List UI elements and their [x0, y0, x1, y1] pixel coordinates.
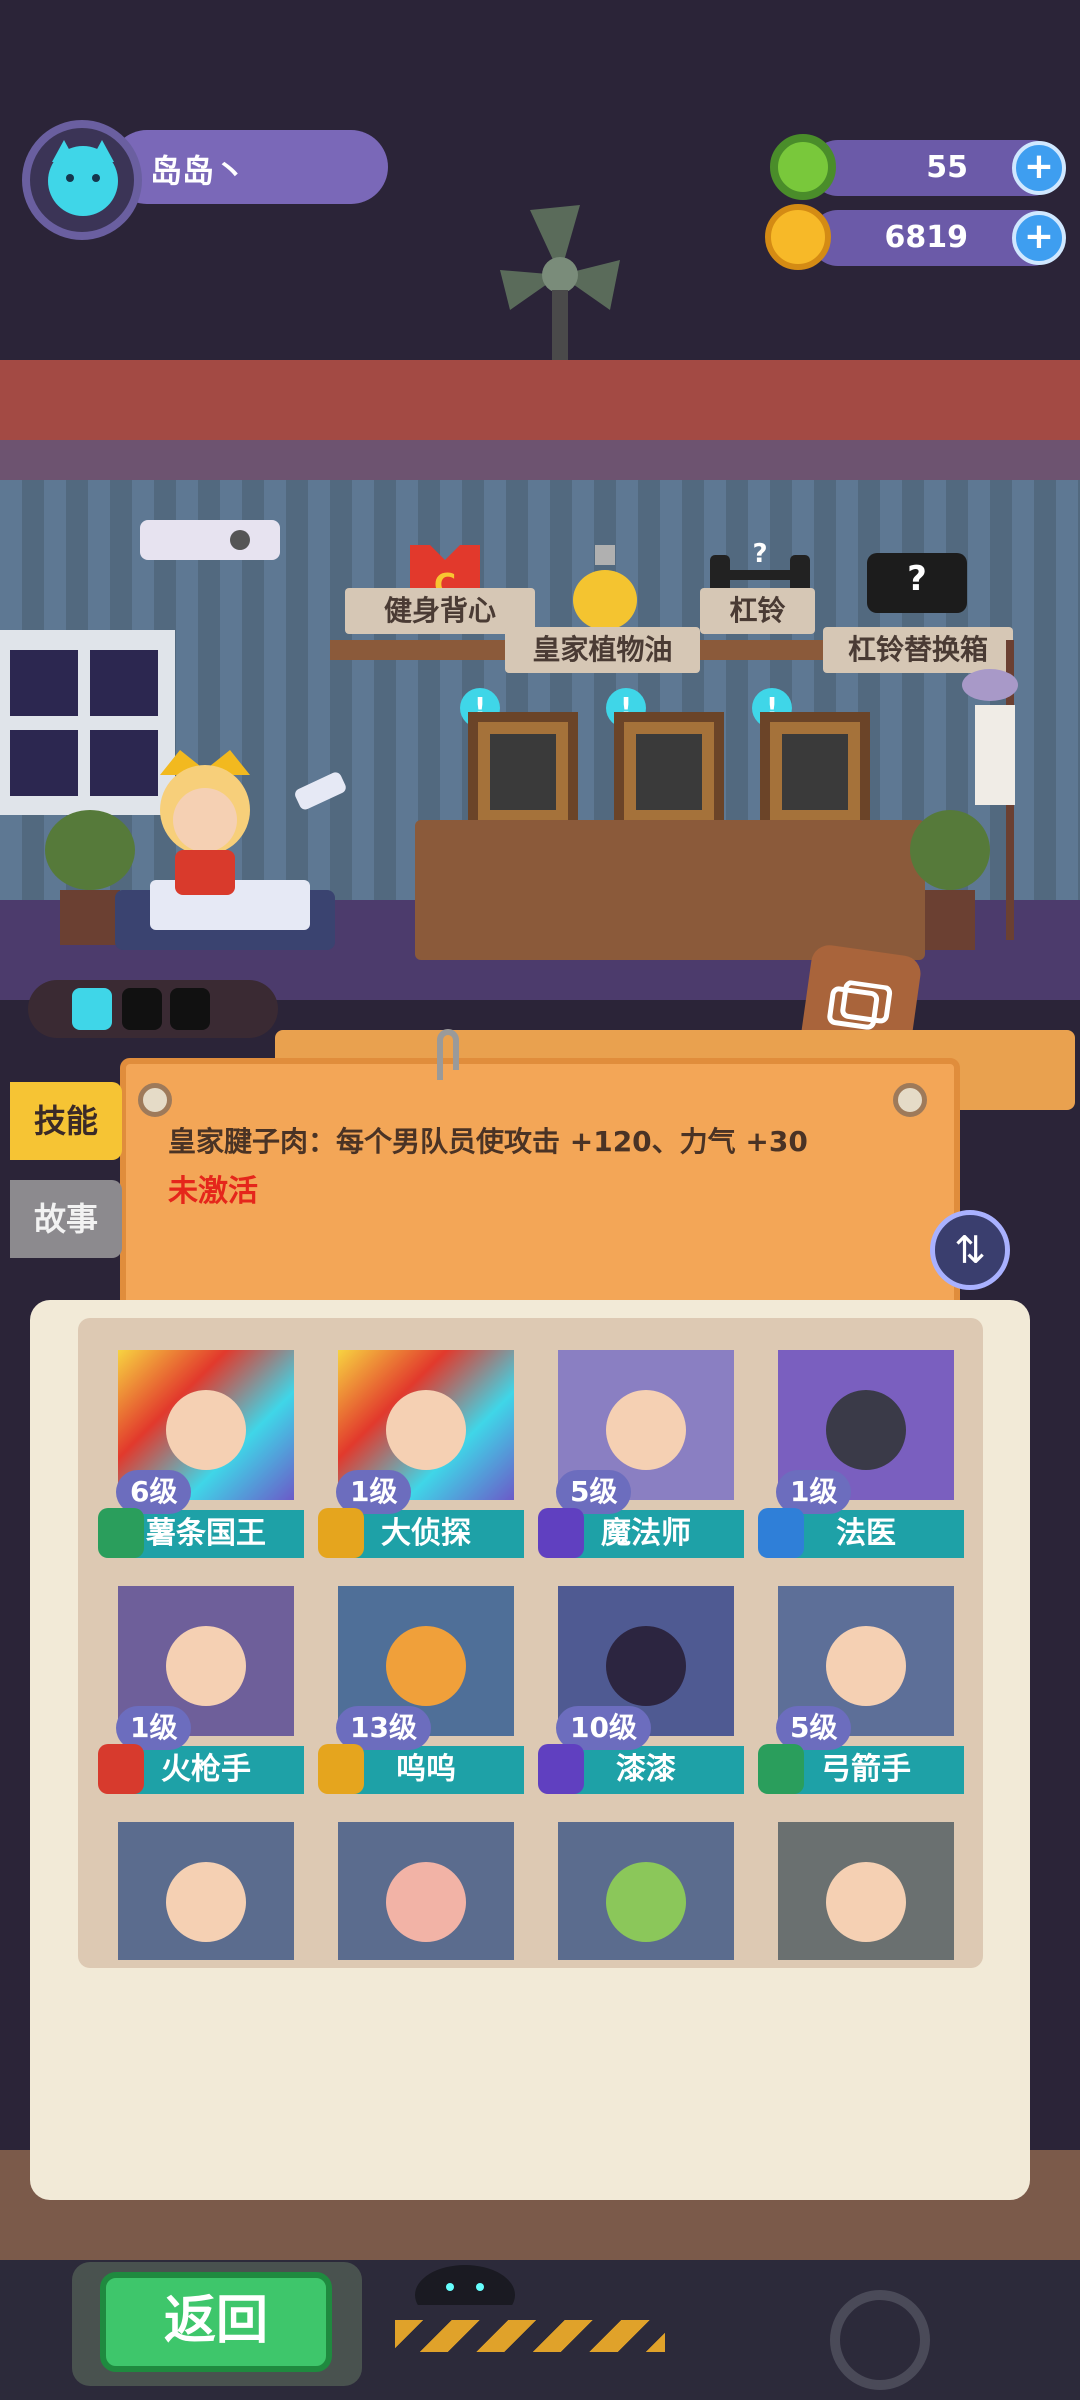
- window-pane: [90, 650, 158, 716]
- character-portrait: [778, 1822, 954, 1960]
- shield-icon: [98, 1508, 144, 1558]
- pin-icon: [138, 1083, 172, 1117]
- energy-cell-empty: [122, 988, 162, 1030]
- king-character-icon[interactable]: [110, 740, 350, 960]
- planet-count: 6819: [884, 220, 969, 255]
- donut-count: 55: [926, 150, 968, 185]
- character-card[interactable]: [768, 1812, 964, 1960]
- svg-text:?: ?: [752, 540, 767, 569]
- shop-item-label[interactable]: 皇家植物油: [505, 627, 700, 673]
- tab-skills[interactable]: 技能: [10, 1082, 122, 1160]
- skill-status: 未激活: [168, 1174, 258, 1209]
- energy-cell-empty: [170, 988, 210, 1030]
- character-face: [166, 1390, 246, 1470]
- sort-arrows-icon: ⇅: [954, 1228, 986, 1272]
- frame-silhouette: [490, 734, 556, 810]
- frame-silhouette: [636, 734, 702, 810]
- character-card[interactable]: [108, 1812, 304, 1960]
- character-face: [386, 1862, 466, 1942]
- character-face: [386, 1626, 466, 1706]
- donut-coin-icon: [770, 134, 836, 200]
- energy-bar: [28, 980, 278, 1038]
- trophy-frame[interactable]: [614, 712, 724, 832]
- character-face: [826, 1390, 906, 1470]
- back-button[interactable]: 返回: [100, 2272, 332, 2372]
- fist-icon: [318, 1508, 364, 1558]
- gear-icon: [830, 2290, 930, 2390]
- magic-icon: [538, 1744, 584, 1794]
- ceiling-strip: [0, 440, 1080, 480]
- window-pane: [10, 650, 78, 716]
- skill-description: 皇家腱子肉：每个男队员使攻击 +120、力气 +30: [168, 1125, 808, 1158]
- character-portrait: [558, 1822, 734, 1960]
- sort-button[interactable]: ⇅: [930, 1210, 1010, 1290]
- leaf-icon: [758, 1744, 804, 1794]
- oil-bottle-icon[interactable]: [565, 540, 645, 630]
- tab-story[interactable]: 故事: [10, 1180, 122, 1258]
- cat-eye: [92, 174, 100, 182]
- trophy-frame[interactable]: [760, 712, 870, 832]
- water-icon: [758, 1508, 804, 1558]
- character-face: [606, 1626, 686, 1706]
- hazard-stripe: [395, 2320, 665, 2352]
- character-card[interactable]: 大侦探 1级: [318, 1340, 524, 1558]
- ceiling-fan-icon: [500, 205, 620, 360]
- magic-icon: [538, 1508, 584, 1558]
- character-card[interactable]: 薯条国王 6级: [98, 1340, 304, 1558]
- character-card[interactable]: 弓箭手 5级: [758, 1576, 964, 1794]
- shield-icon: [318, 1744, 364, 1794]
- blob-creature-icon: [415, 2265, 515, 2305]
- window-pane: [10, 730, 78, 796]
- pin-icon: [893, 1083, 927, 1117]
- desk: [415, 820, 925, 960]
- character-portrait: [338, 1822, 514, 1960]
- character-face: [826, 1862, 906, 1942]
- character-card[interactable]: [548, 1812, 744, 1960]
- character-card[interactable]: 火枪手 1级: [98, 1576, 304, 1794]
- trophy-frame[interactable]: [468, 712, 578, 832]
- character-face: [606, 1862, 686, 1942]
- character-card[interactable]: [328, 1812, 524, 1960]
- cat-avatar-icon: [48, 140, 118, 216]
- svg-text:?: ?: [907, 559, 927, 599]
- frame-silhouette: [782, 734, 848, 810]
- character-card[interactable]: 呜呜 13级: [318, 1576, 524, 1794]
- cat-eye: [66, 174, 74, 182]
- player-avatar[interactable]: [22, 120, 142, 240]
- character-card[interactable]: 魔法师 5级: [538, 1340, 744, 1558]
- character-face: [826, 1626, 906, 1706]
- player-name: 岛岛丶: [150, 152, 247, 190]
- character-portrait: [118, 1822, 294, 1960]
- character-face: [606, 1390, 686, 1470]
- paperclip-icon: [437, 1029, 459, 1080]
- cat-ear: [90, 140, 114, 162]
- coat-rack-icon: [962, 640, 1018, 940]
- fire-icon: [98, 1744, 144, 1794]
- planet-coin-icon: [765, 204, 831, 270]
- character-card[interactable]: 法医 1级: [758, 1340, 964, 1558]
- add-donut-button[interactable]: +: [1012, 141, 1066, 195]
- add-planet-button[interactable]: +: [1012, 211, 1066, 265]
- cat-ear: [52, 140, 76, 162]
- character-face: [166, 1626, 246, 1706]
- crate-icon[interactable]: ?: [862, 548, 972, 618]
- shop-item-label[interactable]: 杠铃: [700, 588, 815, 634]
- projector-icon: [140, 520, 280, 560]
- character-card[interactable]: 漆漆 10级: [538, 1576, 744, 1794]
- energy-cell-charged-icon: [72, 988, 112, 1030]
- character-face: [386, 1390, 466, 1470]
- character-face: [166, 1862, 246, 1942]
